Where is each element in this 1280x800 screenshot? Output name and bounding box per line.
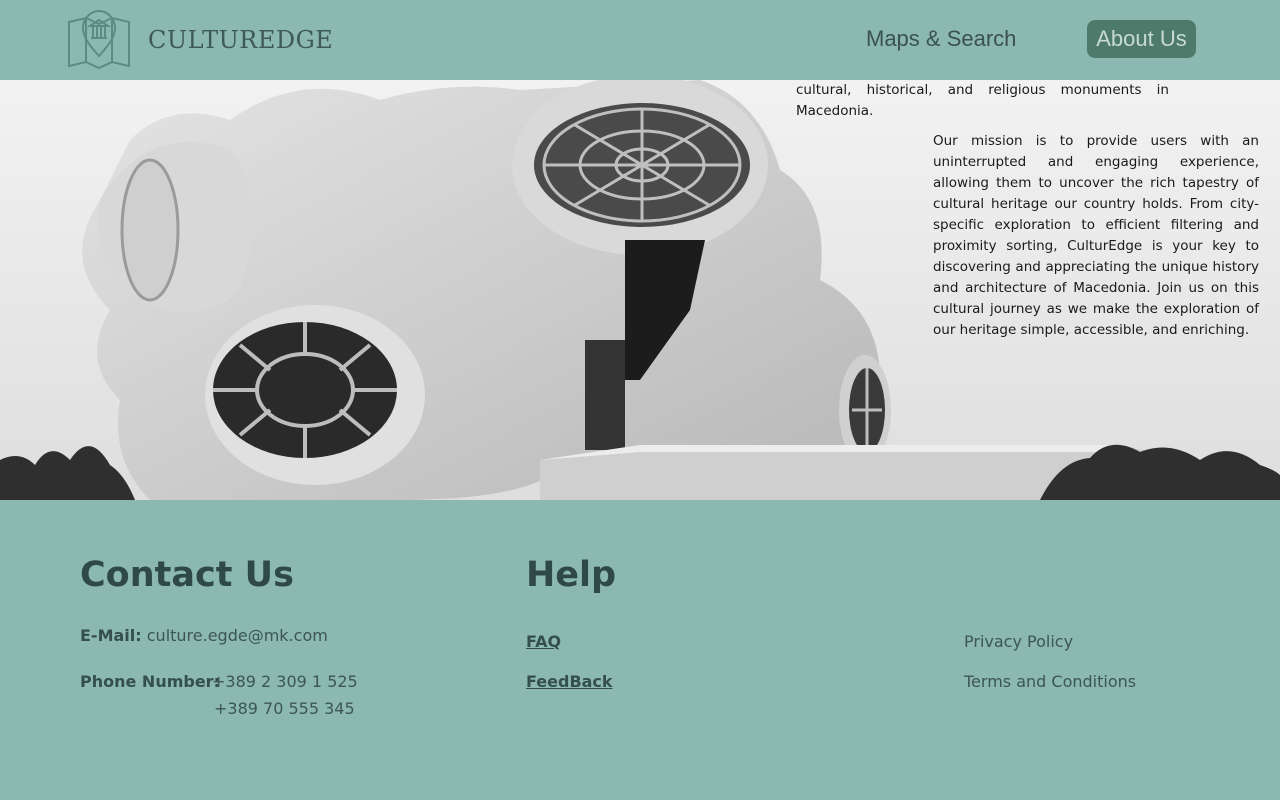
faq-link[interactable]: FAQ — [526, 632, 561, 651]
terms-conditions-link[interactable]: Terms and Conditions — [964, 672, 1136, 691]
hero-section: cultural, historical, and religious monu… — [0, 80, 1280, 500]
nav-about-us-button[interactable]: About Us — [1087, 20, 1196, 58]
privacy-policy-link[interactable]: Privacy Policy — [964, 632, 1073, 651]
museum-map-icon[interactable] — [66, 8, 132, 70]
nav-maps-search[interactable]: Maps & Search — [866, 26, 1016, 52]
about-intro-text: cultural, historical, and religious monu… — [796, 82, 1169, 119]
site-logo-text[interactable]: CULTUREDGE — [148, 26, 333, 54]
site-header: CULTUREDGE Maps & Search About Us — [0, 0, 1280, 80]
phone-number-2[interactable]: +389 70 555 345 — [214, 699, 355, 718]
phone-label: Phone Number: — [80, 672, 220, 691]
feedback-link[interactable]: FeedBack — [526, 672, 613, 691]
email-row: E-Mail: culture.egde@mk.com — [80, 626, 328, 645]
about-mission-text: Our mission is to provide users with an … — [933, 133, 1259, 338]
email-value[interactable]: culture.egde@mk.com — [147, 626, 328, 645]
help-heading: Help — [526, 555, 617, 595]
contact-heading: Contact Us — [80, 555, 294, 595]
email-label: E-Mail: — [80, 626, 142, 645]
phone-number-1[interactable]: +389 2 309 1 525 — [212, 672, 358, 691]
